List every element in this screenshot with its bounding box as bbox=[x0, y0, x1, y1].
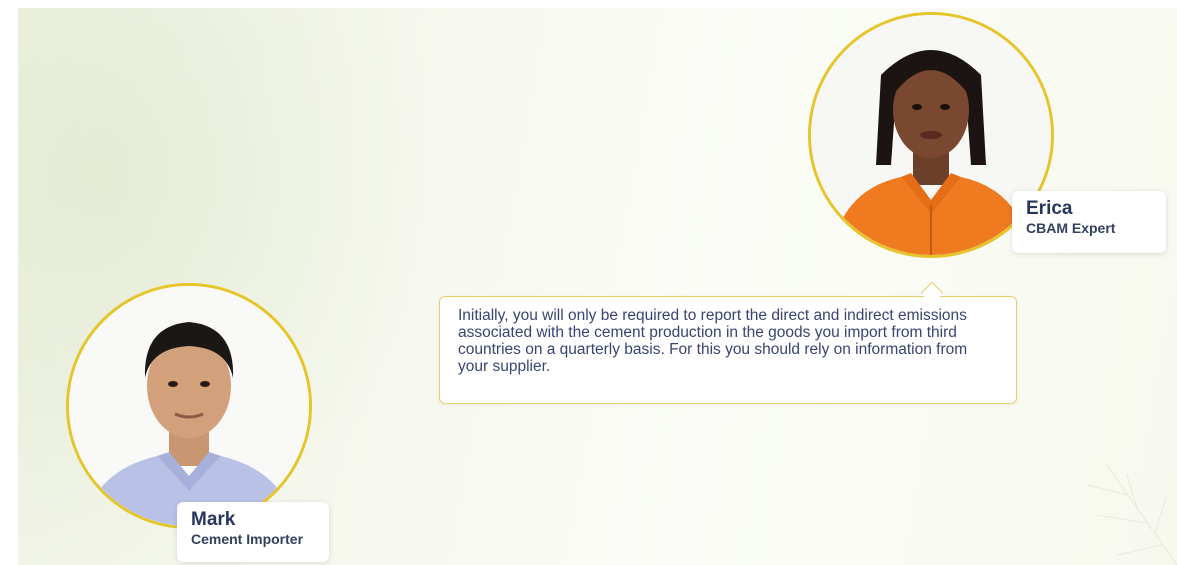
character-role: Cement Importer bbox=[191, 531, 304, 547]
nameplate-mark: Mark Cement Importer bbox=[177, 502, 329, 562]
character-name: Erica bbox=[1026, 198, 1073, 219]
character-name: Mark bbox=[191, 509, 236, 530]
speech-bubble: Initially, you will only be required to … bbox=[439, 296, 1017, 404]
leaf-vein-decoration bbox=[1086, 464, 1177, 565]
character-role: CBAM Expert bbox=[1026, 220, 1116, 236]
dialogue-text: Initially, you will only be required to … bbox=[458, 307, 968, 375]
mark-portrait bbox=[69, 286, 309, 526]
avatar-mark bbox=[66, 283, 312, 529]
nameplate-erica: Erica CBAM Expert bbox=[1012, 191, 1166, 253]
